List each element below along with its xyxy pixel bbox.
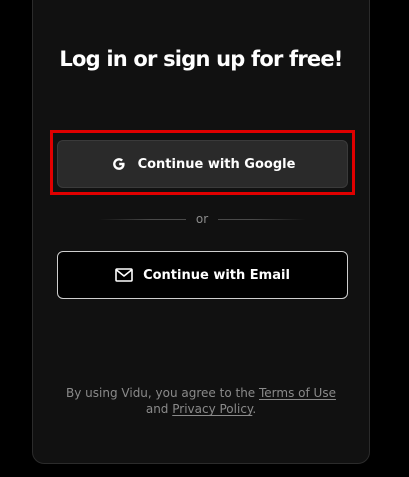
terms-middle: and [145, 402, 173, 416]
mail-icon [115, 266, 133, 284]
or-divider: or [99, 211, 305, 227]
continue-with-google-button[interactable]: Continue with Google [57, 140, 348, 188]
google-g-icon [110, 155, 128, 173]
privacy-policy-link[interactable]: Privacy Policy [172, 402, 252, 416]
divider-line-left [99, 218, 186, 220]
auth-card: Log in or sign up for free! Continue wit… [32, 0, 370, 464]
google-button-label: Continue with Google [137, 156, 296, 172]
continue-with-email-button[interactable]: Continue with Email [57, 251, 348, 299]
terms-prefix: By using Vidu, you agree to the [66, 386, 259, 400]
terms-suffix: . [252, 402, 257, 416]
terms-notice: By using Vidu, you agree to the Terms of… [33, 385, 369, 417]
divider-text: or [195, 212, 209, 226]
email-button-label: Continue with Email [143, 267, 290, 283]
divider-line-right [218, 218, 305, 220]
terms-of-use-link[interactable]: Terms of Use [259, 386, 336, 400]
auth-title: Log in or sign up for free! [59, 47, 343, 71]
